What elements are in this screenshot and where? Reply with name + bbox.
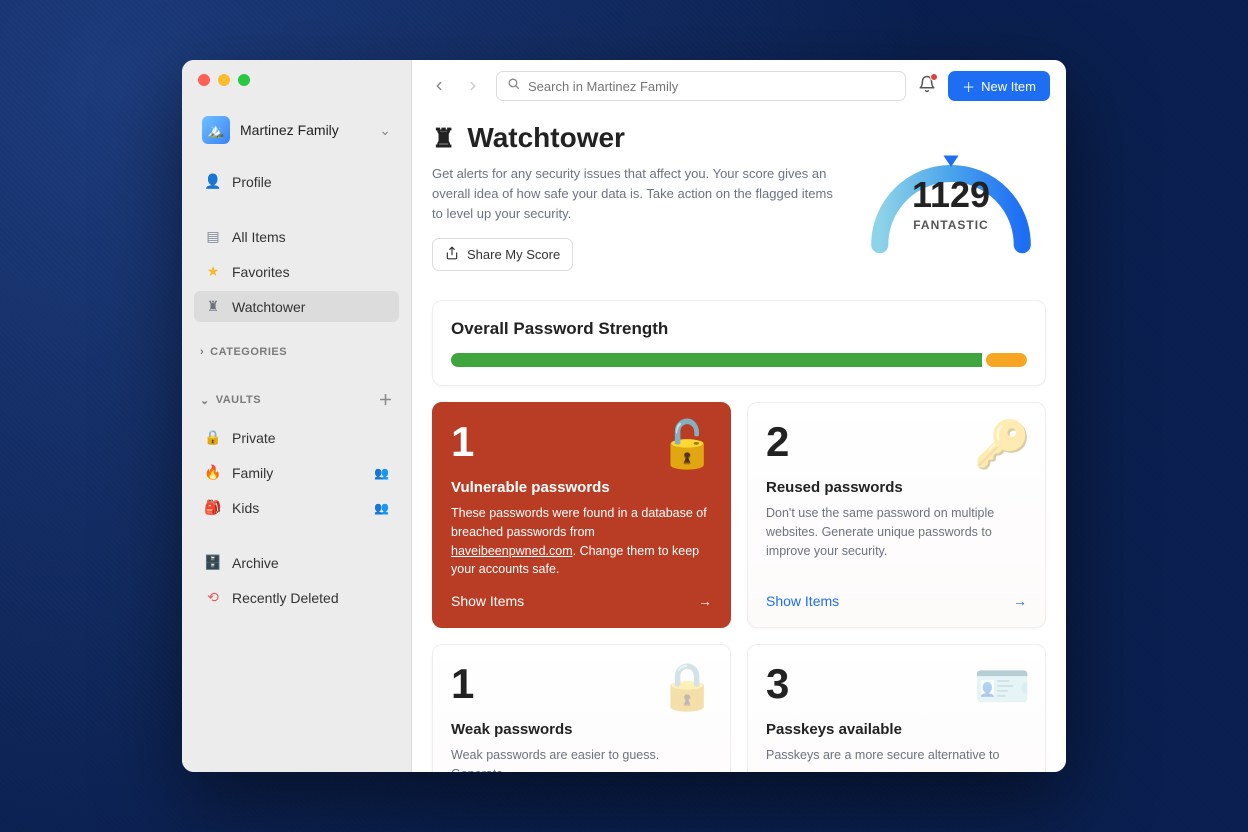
show-items-button-vulnerable[interactable]: Show Items → <box>451 579 712 609</box>
hibp-link[interactable]: haveibeenpwned.com <box>451 544 573 558</box>
passkeys-available-card[interactable]: 🪪 3 Passkeys available Passkeys are a mo… <box>747 644 1046 772</box>
arrow-right-icon: → <box>1013 593 1027 609</box>
chevron-right-icon: › <box>200 346 204 358</box>
sidebar-item-profile[interactable]: 👤 Profile <box>194 166 399 197</box>
issue-description: These passwords were found in a database… <box>451 504 712 579</box>
account-selector[interactable]: 🏔️ Martinez Family ⌄ <box>194 110 399 150</box>
content-area: ♜ Watchtower Get alerts for any security… <box>412 112 1066 772</box>
notifications-button[interactable] <box>918 75 936 98</box>
sidebar-item-label: Archive <box>232 555 279 571</box>
show-items-button-reused[interactable]: Show Items → <box>766 579 1027 609</box>
vault-label: Family <box>232 465 273 481</box>
sidebar-item-watchtower[interactable]: ♜ Watchtower <box>194 291 399 322</box>
shared-icon: 👥 <box>374 501 389 515</box>
top-bar: ＋ New Item <box>412 60 1066 112</box>
sidebar-item-label: All Items <box>232 229 286 245</box>
strength-title: Overall Password Strength <box>451 319 1027 339</box>
strength-bar-strong <box>451 353 982 367</box>
issue-title: Passkeys available <box>766 721 1027 738</box>
maximize-window-button[interactable] <box>238 74 250 86</box>
main-panel: ＋ New Item ♜ Watchtower Get alerts for a… <box>412 60 1066 772</box>
person-icon: 👤 <box>204 173 222 190</box>
archive-icon: 🗄️ <box>204 554 222 571</box>
chevron-down-icon: ⌄ <box>379 122 391 139</box>
score-rating: FANTASTIC <box>913 218 988 232</box>
broken-lock-icon: 🔒 <box>659 659 716 714</box>
watchtower-icon: ♜ <box>204 298 222 315</box>
notification-badge <box>930 73 938 81</box>
kids-vault-icon: 🎒 <box>204 499 222 516</box>
weak-passwords-card[interactable]: 🔒 1 Weak passwords Weak passwords are ea… <box>432 644 731 772</box>
all-items-icon: ▤ <box>204 228 222 245</box>
reused-passwords-card[interactable]: 🔑 2 Reused passwords Don't use the same … <box>747 402 1046 628</box>
issue-description: Passkeys are a more secure alternative t… <box>766 746 1027 765</box>
page-title-text: Watchtower <box>467 122 625 154</box>
password-strength-card: Overall Password Strength <box>432 300 1046 386</box>
sidebar-item-archive[interactable]: 🗄️ Archive <box>194 547 399 578</box>
watchtower-header: ♜ Watchtower Get alerts for any security… <box>432 122 1046 282</box>
strength-bar-weaker <box>986 353 1027 367</box>
back-button[interactable] <box>428 75 450 97</box>
page-title: ♜ Watchtower <box>432 122 836 154</box>
chevron-down-icon: ⌄ <box>200 394 210 407</box>
arrow-right-icon: → <box>698 593 712 609</box>
categories-section-header[interactable]: › CATEGORIES <box>194 338 399 366</box>
vault-label: Private <box>232 430 276 446</box>
strength-bar <box>451 353 1027 367</box>
trash-icon: ⟲ <box>204 589 222 606</box>
app-window: 🏔️ Martinez Family ⌄ 👤 Profile ▤ All Ite… <box>182 60 1066 772</box>
page-description: Get alerts for any security issues that … <box>432 164 836 224</box>
sidebar: 🏔️ Martinez Family ⌄ 👤 Profile ▤ All Ite… <box>182 60 412 772</box>
close-window-button[interactable] <box>198 74 210 86</box>
passkey-icon: 🪪 <box>974 659 1031 714</box>
vulnerable-passwords-card[interactable]: 🔓 1 Vulnerable passwords These passwords… <box>432 402 731 628</box>
shared-icon: 👥 <box>374 466 389 480</box>
window-controls <box>194 74 399 86</box>
sidebar-item-label: Favorites <box>232 264 290 280</box>
share-score-label: Share My Score <box>467 247 560 262</box>
section-label: VAULTS <box>216 394 261 406</box>
account-name: Martinez Family <box>240 122 339 138</box>
account-avatar-icon: 🏔️ <box>202 116 230 144</box>
vault-label: Kids <box>232 500 259 516</box>
search-field[interactable] <box>496 71 906 101</box>
search-input[interactable] <box>528 79 895 94</box>
security-score-gauge: 1129 FANTASTIC <box>856 122 1046 282</box>
vault-item-family[interactable]: 🔥 Family 👥 <box>194 457 399 488</box>
issue-title: Reused passwords <box>766 479 1027 496</box>
sidebar-item-recently-deleted[interactable]: ⟲ Recently Deleted <box>194 582 399 613</box>
family-vault-icon: 🔥 <box>204 464 222 481</box>
watchtower-hero-icon: ♜ <box>432 123 455 154</box>
vaults-section-header[interactable]: ⌄ VAULTS ＋ <box>194 382 399 418</box>
issue-description: Weak passwords are easier to guess. Gene… <box>451 746 712 772</box>
vault-item-kids[interactable]: 🎒 Kids 👥 <box>194 492 399 523</box>
issue-cards-grid: 🔓 1 Vulnerable passwords These passwords… <box>432 402 1046 772</box>
star-icon: ★ <box>204 263 222 280</box>
share-icon <box>445 246 459 263</box>
plus-icon: ＋ <box>962 77 975 96</box>
unlocked-padlock-icon: 🔓 <box>659 417 716 472</box>
forward-button[interactable] <box>462 75 484 97</box>
sidebar-item-label: Profile <box>232 174 272 190</box>
issue-title: Weak passwords <box>451 721 712 738</box>
search-icon <box>507 77 520 95</box>
sidebar-item-all-items[interactable]: ▤ All Items <box>194 221 399 252</box>
add-vault-button[interactable]: ＋ <box>379 390 394 410</box>
issue-description: Don't use the same password on multiple … <box>766 504 1027 560</box>
private-vault-icon: 🔒 <box>204 429 222 446</box>
keys-icon: 🔑 <box>974 417 1031 472</box>
sidebar-item-label: Watchtower <box>232 299 305 315</box>
new-item-label: New Item <box>981 79 1036 94</box>
sidebar-item-favorites[interactable]: ★ Favorites <box>194 256 399 287</box>
section-label: CATEGORIES <box>210 346 287 358</box>
minimize-window-button[interactable] <box>218 74 230 86</box>
score-number: 1129 <box>912 174 990 216</box>
sidebar-item-label: Recently Deleted <box>232 590 339 606</box>
new-item-button[interactable]: ＋ New Item <box>948 71 1050 101</box>
vault-item-private[interactable]: 🔒 Private <box>194 422 399 453</box>
issue-title: Vulnerable passwords <box>451 479 712 496</box>
share-score-button[interactable]: Share My Score <box>432 238 573 271</box>
